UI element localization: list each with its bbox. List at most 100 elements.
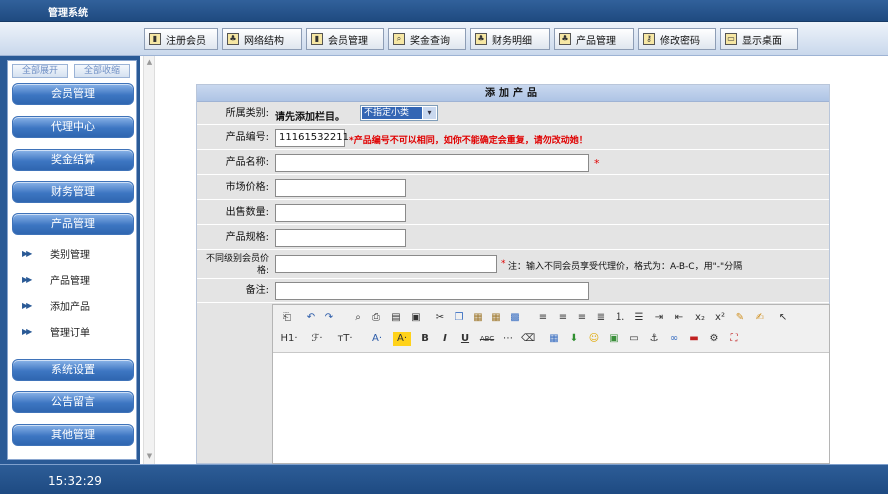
category-select[interactable]: 不指定小类 ▾ [360, 105, 438, 121]
cut-icon[interactable]: ✂ [433, 311, 447, 325]
align-center-icon[interactable]: ≡ [556, 311, 570, 325]
unordered-list-icon[interactable]: ☰ [632, 311, 646, 325]
underline-button[interactable]: U [458, 332, 472, 346]
select-all-icon[interactable]: ✍ [753, 311, 767, 325]
cursor-icon[interactable]: ↖ [776, 311, 790, 325]
sale-qty-input[interactable] [275, 204, 406, 222]
bold-button[interactable]: B [418, 332, 432, 346]
link-icon[interactable]: ∞ [667, 332, 681, 346]
toolbar-label: 显示桌面 [742, 35, 782, 47]
collapse-all-button[interactable]: 全部收缩 [74, 64, 130, 78]
member-manage-button[interactable]: ▮ 会员管理 [306, 28, 384, 50]
toolbar-label: 修改密码 [660, 35, 700, 47]
menu-finance-manage[interactable]: 财务管理 [12, 181, 134, 203]
network-structure-button[interactable]: ♣ 网络结构 [222, 28, 302, 50]
template-icon[interactable]: ▤ [389, 311, 403, 325]
market-price-input[interactable] [275, 179, 406, 197]
anchor-icon[interactable]: ⚓ [647, 332, 661, 346]
status-bar: 15:32:29 [0, 464, 888, 494]
expand-all-button[interactable]: 全部展开 [12, 64, 68, 78]
redo-icon[interactable]: ↷ [322, 311, 336, 325]
level-price-input[interactable] [275, 255, 497, 273]
row-spec: 产品规格: [197, 226, 829, 250]
strikethrough-button[interactable]: ABC [478, 332, 496, 346]
sub-item-product[interactable]: ▶▶ 产品管理 [22, 272, 90, 287]
print-icon[interactable]: ⎙ [369, 311, 383, 325]
font-size-dropdown[interactable]: тT· [335, 332, 355, 346]
code-label: 产品编号: [225, 132, 269, 143]
menu-member-manage[interactable]: 会员管理 [12, 83, 134, 105]
indent-icon[interactable]: ⇥ [652, 311, 666, 325]
toolbar-label: 产品管理 [576, 35, 616, 47]
menu-notice-message[interactable]: 公告留言 [12, 391, 134, 413]
subscript-icon[interactable]: x₂ [693, 311, 707, 325]
bg-color-button[interactable]: A· [393, 332, 411, 346]
app-title: 管理系统 [48, 8, 88, 19]
outdent-icon[interactable]: ⇤ [672, 311, 686, 325]
code-icon[interactable]: ▣ [409, 311, 423, 325]
copy-icon[interactable]: ❐ [452, 311, 466, 325]
paste-text-icon[interactable]: ▦ [489, 311, 503, 325]
menu-agent-center[interactable]: 代理中心 [12, 116, 134, 138]
menu-bonus-settle[interactable]: 奖金结算 [12, 149, 134, 171]
finance-detail-button[interactable]: ♣ 财务明细 [470, 28, 550, 50]
show-desktop-button[interactable]: ▭ 显示桌面 [720, 28, 798, 50]
product-name-input[interactable] [275, 154, 589, 172]
vertical-scrollbar[interactable]: ▲ ▼ [143, 56, 155, 464]
font-family-dropdown[interactable]: ℱ· [307, 332, 327, 346]
eraser-icon[interactable]: ⌫ [521, 332, 535, 346]
clear-format-icon[interactable]: ✎ [733, 311, 747, 325]
sub-item-category[interactable]: ▶▶ 类别管理 [22, 246, 90, 261]
change-password-button[interactable]: ⚷ 修改密码 [638, 28, 716, 50]
insert-special-icon[interactable]: ⬇ [567, 332, 581, 346]
sub-item-add-product[interactable]: ▶▶ 添加产品 [22, 298, 90, 313]
remark-input[interactable] [275, 282, 589, 300]
document-icon: ▮ [149, 33, 161, 45]
paste-icon[interactable]: ▦ [471, 311, 485, 325]
emoticon-icon[interactable]: ☺ [587, 332, 601, 346]
flash-icon[interactable]: ▭ [627, 332, 641, 346]
justify-icon[interactable]: ≣ [594, 311, 608, 325]
spec-input[interactable] [275, 229, 406, 247]
undo-icon[interactable]: ↶ [304, 311, 318, 325]
menu-system-settings[interactable]: 系统设置 [12, 359, 134, 381]
register-member-button[interactable]: ▮ 注册会员 [144, 28, 218, 50]
heading-dropdown[interactable]: H1· [279, 332, 299, 346]
menu-product-manage[interactable]: 产品管理 [12, 213, 134, 235]
ordered-list-icon[interactable]: ⒈ [613, 311, 627, 325]
code-input[interactable]: 11161532211 [275, 129, 349, 147]
tree-icon: ♣ [559, 33, 571, 45]
tree-icon: ♣ [227, 33, 239, 45]
align-right-icon[interactable]: ≡ [575, 311, 589, 325]
preview-icon[interactable]: ⌕ [351, 311, 365, 325]
product-manage-button[interactable]: ♣ 产品管理 [554, 28, 634, 50]
sub-item-label: 添加产品 [50, 301, 90, 313]
superscript-icon[interactable]: x² [713, 311, 727, 325]
code-note: *产品编号不可以相同，如你不能确定会重复，请勿改动她！ [349, 136, 588, 146]
hr-icon[interactable]: ⋯ [501, 332, 515, 346]
double-arrow-icon: ▶▶ [22, 274, 32, 284]
toolbar-label: 会员管理 [328, 35, 368, 47]
italic-button[interactable]: I [438, 332, 452, 346]
font-color-button[interactable]: A· [368, 332, 386, 346]
row-remark: 备注: [197, 280, 829, 303]
scroll-down-icon[interactable]: ▼ [145, 452, 154, 461]
image-icon[interactable]: ▣ [607, 332, 621, 346]
scroll-up-icon[interactable]: ▲ [145, 58, 154, 67]
fullscreen-icon[interactable]: ⛶ [727, 332, 741, 346]
media-icon[interactable]: ▬ [687, 332, 701, 346]
table-icon[interactable]: ▦ [547, 332, 561, 346]
sub-item-orders[interactable]: ▶▶ 管理订单 [22, 324, 90, 339]
search-icon: ⌕ [393, 33, 405, 45]
editor-toolbar: ⎗ ↶ ↷ ⌕ ⎙ ▤ ▣ ✂ ❐ ▦ ▦ ▩ ≡ ≡ ≡ ≣ ⒈ ☰ ⇥ ⇤ … [273, 305, 829, 353]
align-left-icon[interactable]: ≡ [536, 311, 550, 325]
sub-item-label: 产品管理 [50, 275, 90, 287]
menu-other-manage[interactable]: 其他管理 [12, 424, 134, 446]
bonus-query-button[interactable]: ⌕ 奖金查询 [388, 28, 466, 50]
paste-word-icon[interactable]: ▩ [508, 311, 522, 325]
main-toolbar: ▮ 注册会员 ♣ 网络结构 ▮ 会员管理 ⌕ 奖金查询 ♣ 财务明细 ♣ 产品管理 ⚷ 修改密… [0, 22, 888, 56]
settings-icon[interactable]: ⚙ [707, 332, 721, 346]
row-category: 所属类别: 请先添加栏目。 不指定小类 ▾ [197, 103, 829, 125]
double-arrow-icon: ▶▶ [22, 248, 32, 258]
source-icon[interactable]: ⎗ [280, 311, 294, 325]
